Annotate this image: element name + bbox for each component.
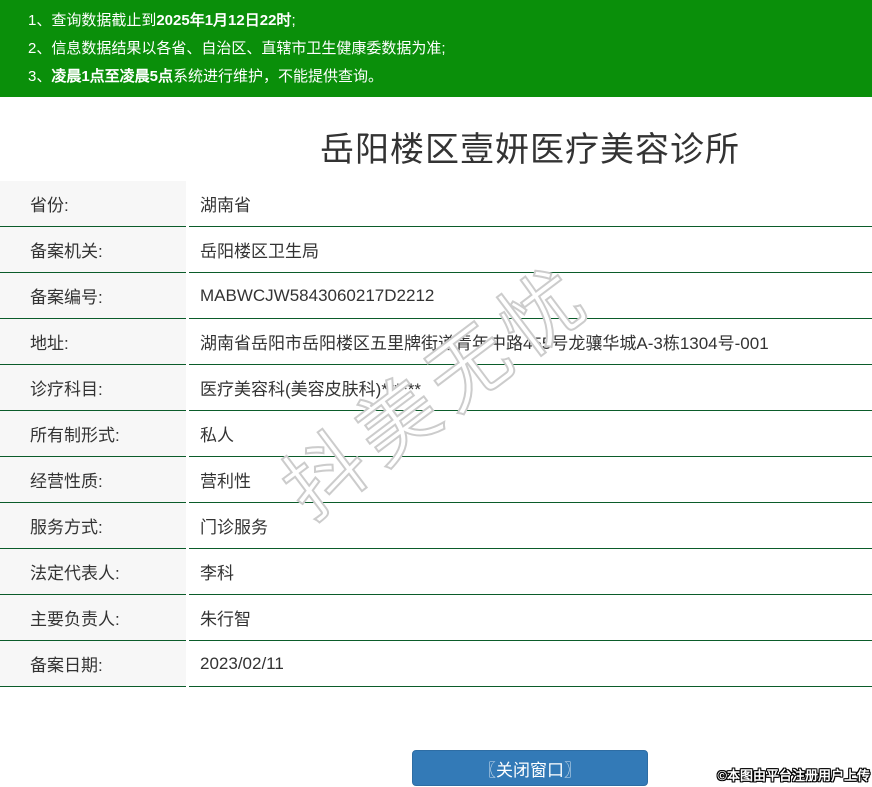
close-window-button[interactable]: 〖关闭窗口〗 (412, 750, 648, 786)
row-value: 营利性 (189, 457, 872, 503)
row-label: 诊疗科目: (0, 365, 186, 411)
row-label: 主要负责人: (0, 595, 186, 641)
row-value: MABWCJW5843060217D2212 (189, 273, 872, 319)
row-value: 李科 (189, 549, 872, 595)
table-row-business-nature: 经营性质: 营利性 (0, 457, 872, 503)
row-label: 法定代表人: (0, 549, 186, 595)
row-value: 医疗美容科(美容皮肤科)****** (189, 365, 872, 411)
table-row-legal-representative: 法定代表人: 李科 (0, 549, 872, 595)
row-label: 地址: (0, 319, 186, 365)
table-row-province: 省份: 湖南省 (0, 181, 872, 227)
table-row-address: 地址: 湖南省岳阳市岳阳楼区五里牌街道青年中路455号龙骧华城A-3栋1304号… (0, 319, 872, 365)
row-label: 备案机关: (0, 227, 186, 273)
credit-watermark: ©本图由平台注册用户上传 (717, 768, 870, 783)
table-row-ownership-form: 所有制形式: 私人 (0, 411, 872, 457)
table-row-filing-authority: 备案机关: 岳阳楼区卫生局 (0, 227, 872, 273)
table-row-service-mode: 服务方式: 门诊服务 (0, 503, 872, 549)
row-value: 朱行智 (189, 595, 872, 641)
table-row-filing-date: 备案日期: 2023/02/11 (0, 641, 872, 687)
record-table: 省份: 湖南省 备案机关: 岳阳楼区卫生局 备案编号: MABWCJW58430… (0, 181, 872, 687)
row-value: 湖南省 (189, 181, 872, 227)
row-label: 经营性质: (0, 457, 186, 503)
row-label: 备案日期: (0, 641, 186, 687)
row-label: 所有制形式: (0, 411, 186, 457)
table-row-principal: 主要负责人: 朱行智 (0, 595, 872, 641)
record-page: 岳阳楼区壹妍医疗美容诊所 省份: 湖南省 备案机关: 岳阳楼区卫生局 备案编号:… (0, 0, 872, 787)
row-value: 门诊服务 (189, 503, 872, 549)
row-value: 湖南省岳阳市岳阳楼区五里牌街道青年中路455号龙骧华城A-3栋1304号-001 (189, 319, 872, 365)
table-row-treatment-subjects: 诊疗科目: 医疗美容科(美容皮肤科)****** (0, 365, 872, 411)
row-value: 岳阳楼区卫生局 (189, 227, 872, 273)
row-label: 服务方式: (0, 503, 186, 549)
table-row-filing-number: 备案编号: MABWCJW5843060217D2212 (0, 273, 872, 319)
row-value: 私人 (189, 411, 872, 457)
row-value: 2023/02/11 (189, 641, 872, 687)
row-label: 备案编号: (0, 273, 186, 319)
page-title: 岳阳楼区壹妍医疗美容诊所 (320, 131, 740, 169)
row-label: 省份: (0, 181, 186, 227)
